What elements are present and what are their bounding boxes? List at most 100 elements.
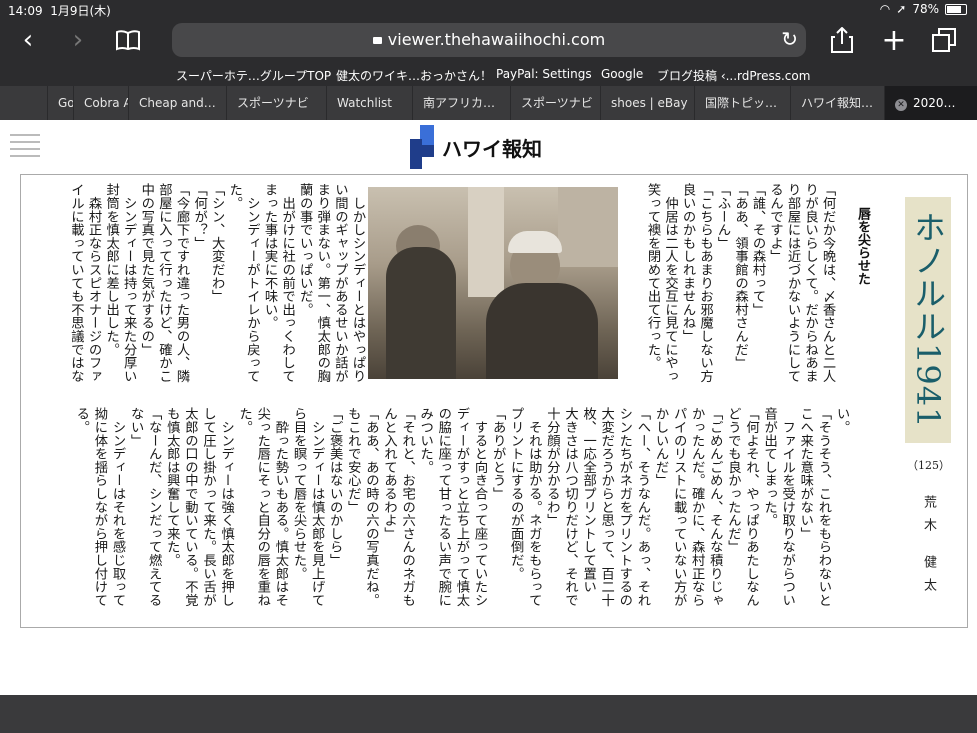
text-column: 良いのかもしれませんね」: [680, 183, 695, 343]
tab[interactable]: 南アフリカ…: [412, 86, 510, 120]
bookmark-item[interactable]: Google: [601, 67, 643, 81]
text-column: 森村正ならスピオナージのファ: [86, 183, 101, 383]
text-column: るんですよ」: [767, 183, 783, 263]
text-column: 「ああ、領事館の森村さんだ」: [732, 183, 748, 370]
text-column: 封筒を慎太郎に差し出した。: [103, 183, 119, 356]
text-column: 「ごめんごめん、そんな積りじゃな: [707, 407, 723, 607]
wifi-icon: ◠: [879, 2, 891, 16]
text-column: 十分顔が分かるわ」: [544, 407, 560, 527]
browser-toolbar: ‹ › viewer.thehawaiihochi.com ↻ +: [0, 18, 977, 62]
text-column: 「それと、お宅の六さんのネガもちゃ: [399, 407, 415, 607]
text-column: り部屋には近づかないようにして: [785, 183, 800, 383]
text-column: ら目を瞑って唇を尖らせた。: [291, 407, 306, 580]
status-date: 1月9日(木): [50, 4, 111, 18]
text-column: る。: [73, 407, 89, 434]
back-icon[interactable]: ‹: [12, 24, 44, 56]
tab[interactable]: Watchlist: [326, 86, 412, 120]
forward-icon[interactable]: ›: [62, 24, 94, 56]
tab[interactable]: スポーツナビ: [510, 86, 600, 120]
text-column: まった事は実に不味い。: [262, 183, 277, 330]
text-column: 酔った勢いもある。慎太郎はその: [272, 420, 288, 607]
text-column: んと入れてあるわよ」: [381, 407, 397, 540]
status-time: 14:09 1月9日(木): [8, 4, 111, 18]
text-column: 「へー、そうなんだ。あっ、それでね、: [634, 407, 650, 607]
text-column: こへ来た意味がない」: [797, 407, 813, 540]
tab[interactable]: Go: [47, 86, 73, 120]
text-column: 蘭の事でいっぱいだ。: [297, 183, 313, 316]
article-photo: [368, 187, 618, 379]
article-page: ホノルル1941 （125） 荒木 健太 唇を尖らせた 「何だか今晩は、〆香さん…: [20, 174, 968, 628]
new-tab-icon[interactable]: +: [878, 23, 910, 58]
text-column: 「ありがとう」: [490, 407, 506, 501]
text-column: 太郎の口の中で動いている。不覚に: [182, 407, 198, 607]
text-column: シンディーがトイレから戻って来: [244, 196, 260, 383]
article-subhead: 唇を尖らせた: [855, 207, 870, 285]
logo-mark-icon: [410, 125, 434, 169]
series-title: ホノルル1941: [905, 197, 951, 443]
text-column: して圧し掛かって来た。長い舌が慎: [200, 407, 216, 607]
text-column: 「誰、その森村って」: [750, 183, 765, 316]
url-text: viewer.thehawaiihochi.com: [387, 30, 606, 49]
text-column: い。: [834, 407, 849, 434]
text-column: も慎太郎は興奮して来た。: [164, 407, 180, 567]
text-column: 「こちらもあまりお邪魔しない方が: [697, 183, 713, 383]
share-icon[interactable]: [826, 24, 858, 56]
close-tab-icon[interactable]: ✕: [895, 99, 907, 111]
bookmark-item[interactable]: スーパーホテ…グループTOP: [176, 67, 331, 84]
logo-text: ハワイ報知: [442, 136, 542, 161]
text-column: ディーがすっと立ち上がって慎太郎: [453, 407, 469, 607]
text-column: プリントにするのが面倒だ。: [508, 407, 524, 580]
text-column: 部屋に入って行ったけど、確かこの: [156, 183, 172, 383]
text-column: シンディーは持って来た分厚い茶: [121, 196, 137, 383]
bookmark-item[interactable]: 健太のワイキ…おっかさん！: [336, 67, 492, 84]
bookmarks-book-icon[interactable]: [112, 24, 144, 56]
text-column: まり弾まない。第一、慎太郎の胸は: [314, 183, 330, 383]
text-column: い間のギャップがあるせいか話があ: [332, 183, 348, 383]
battery-icon: [945, 3, 967, 15]
text-column: 仲居は二人を交互に見てにやっと: [662, 196, 678, 383]
episode-number: （125）: [907, 459, 950, 472]
hamburger-menu-icon[interactable]: [10, 134, 40, 162]
text-column: パイのリストに載っていない方がお: [671, 407, 687, 607]
text-column: 枚、一応全部プリントして置いた。: [580, 407, 596, 594]
text-column: 「そうそう、これをもらわないとこ: [815, 407, 831, 607]
bookmark-item[interactable]: PayPal: Settings: [496, 67, 592, 81]
tab-active[interactable]: ✕ 2020…: [884, 86, 977, 120]
text-column: 「なーんだ、シンだって燃えてるじゃ: [146, 407, 162, 607]
text-column: 大きさは八つ切りだけど、それでも: [562, 407, 578, 607]
status-right: ◠ ➚ 78%: [880, 2, 967, 16]
text-column: た。: [236, 407, 252, 434]
text-column: 「今廊下ですれ違った男の人、隣の: [174, 183, 189, 383]
tab[interactable]: Cheap and…: [128, 86, 226, 120]
tab[interactable]: スポーツナビ: [226, 86, 326, 120]
bottom-bar: [0, 695, 977, 733]
reload-icon[interactable]: ↻: [781, 27, 798, 51]
author-name: 荒木 健太: [921, 495, 936, 602]
text-column: た。: [226, 183, 242, 210]
lock-icon: [372, 37, 382, 44]
location-icon: ➚: [896, 2, 907, 16]
text-column: 「何よそれ、やっぱりあたしなんか: [743, 407, 759, 607]
text-column: すると向き合って座っていたシン: [472, 420, 487, 607]
text-column: 笑って襖を閉めて出て行った。: [645, 183, 660, 370]
text-column: 「何が？」: [191, 183, 207, 250]
text-column: シンディーは強く慎太郎を押し倒: [218, 420, 234, 607]
tab[interactable]: Cobra A: [73, 86, 128, 120]
text-column: どうでも良かったんだ」: [725, 407, 741, 554]
bookmarks-bar: スーパーホテ…グループTOP 健太のワイキ…おっかさん！ PayPal: Set…: [0, 62, 977, 86]
tab[interactable]: shoes | eBay: [600, 86, 694, 120]
tab[interactable]: ハワイ報知…: [790, 86, 884, 120]
text-column: 尖った唇にそっと自分の唇を重ね: [254, 407, 270, 607]
text-column: 出がけに社の前で出っくわしてし: [279, 196, 295, 383]
battery-percent: 78%: [912, 2, 939, 16]
bookmark-item[interactable]: ブログ投稿 ‹...rdPress.com: [657, 67, 810, 84]
text-column: 「シン、大変だわ」: [209, 183, 225, 303]
text-column: しかしシンディーとはやっぱり長: [350, 196, 365, 383]
text-column: かったんだ。確かに、森村正ならス: [689, 407, 705, 607]
text-column: シンディーは慎太郎を見上げてか: [309, 420, 325, 607]
text-column: 「何だか今晩は、〆香さんと二人っ: [820, 183, 835, 383]
address-bar[interactable]: viewer.thehawaiihochi.com ↻: [172, 23, 806, 57]
hawaii-hochi-logo: ハワイ報知: [410, 124, 542, 170]
tabs-overview-icon[interactable]: [928, 24, 960, 56]
tab[interactable]: 国際トピッ…: [694, 86, 790, 120]
